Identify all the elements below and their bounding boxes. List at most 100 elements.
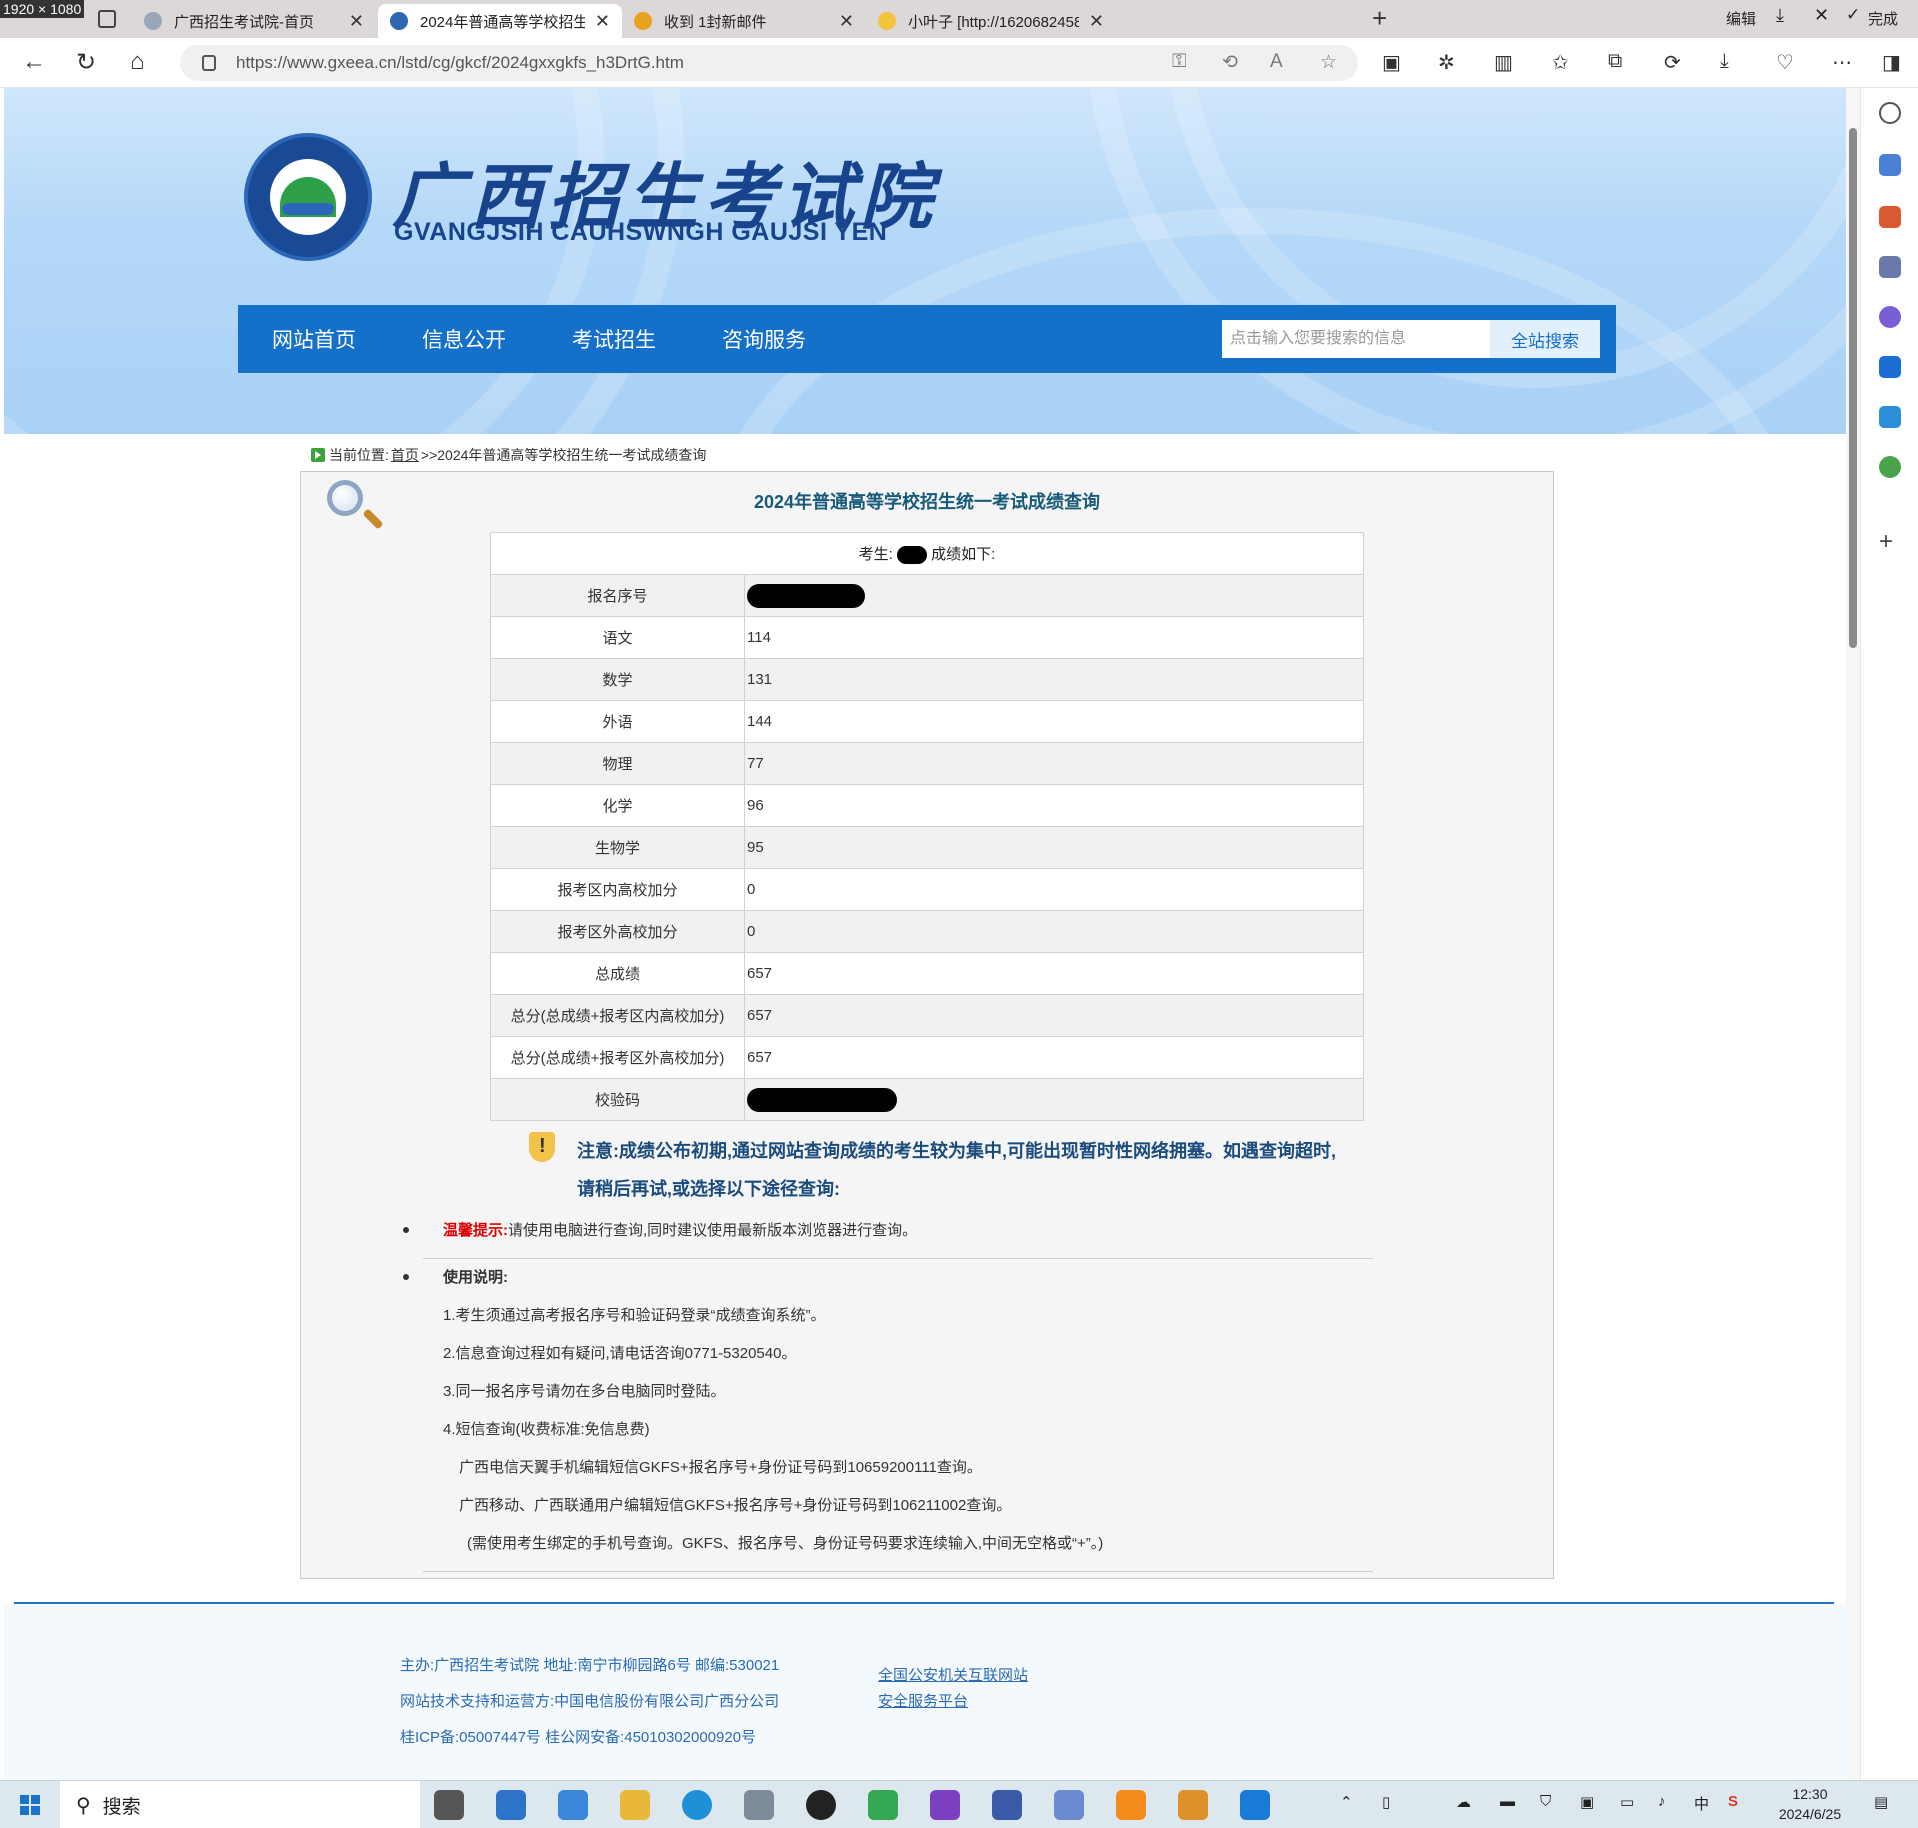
- download-icon[interactable]: ⤓: [1776, 5, 1784, 26]
- close-icon[interactable]: ✕: [1814, 5, 1829, 26]
- usage-line: 4.短信查询(收费标准:免信息费): [443, 1421, 650, 1438]
- taskbar-app-icon[interactable]: [744, 1790, 774, 1820]
- sidebar-send-icon[interactable]: [1879, 406, 1901, 428]
- favorite-star-icon[interactable]: ☆: [1320, 51, 1337, 74]
- sidebar-add-icon[interactable]: +: [1879, 528, 1893, 556]
- collections-icon[interactable]: ⧉: [1608, 50, 1622, 73]
- table-row: 报考区内高校加分 0: [490, 868, 1364, 911]
- close-tab-icon[interactable]: ✕: [1089, 11, 1104, 32]
- sidebar-tree-icon[interactable]: [1879, 456, 1901, 478]
- notification-icon[interactable]: ▤: [1874, 1793, 1888, 1811]
- visual-studio-icon[interactable]: [930, 1790, 960, 1820]
- taskbar-app-icon[interactable]: [1240, 1790, 1270, 1820]
- site-search-button[interactable]: 全站搜索: [1490, 320, 1600, 358]
- usage-line: 1.考生须通过高考报名序号和验证码登录“成绩查询系统”。: [443, 1307, 826, 1324]
- tab-mail[interactable]: 收到 1封新邮件 ✕: [622, 4, 866, 38]
- tray-sogou-icon[interactable]: S: [1728, 1793, 1738, 1810]
- sidebar-games-icon[interactable]: [1879, 256, 1901, 278]
- sidebar-copilot-icon[interactable]: [1879, 306, 1901, 328]
- file-explorer-icon[interactable]: [620, 1790, 650, 1820]
- footer-police-link-1[interactable]: 全国公安机关互联网站: [878, 1664, 1028, 1685]
- page-scrollbar[interactable]: [1846, 88, 1860, 1780]
- tray-chevron-icon[interactable]: ⌃: [1340, 1793, 1353, 1811]
- qq-icon[interactable]: [806, 1790, 836, 1820]
- row-label: 外语: [490, 700, 745, 743]
- tray-battery-icon[interactable]: ▬: [1500, 1793, 1515, 1810]
- tab-gxeea-home[interactable]: 广西招生考试院-首页 ✕: [132, 4, 376, 38]
- sidebar-outlook-icon[interactable]: [1879, 356, 1901, 378]
- row-value: 657: [744, 1036, 1364, 1079]
- tray-app-icon[interactable]: ▣: [1580, 1793, 1594, 1811]
- nav-exam-enroll[interactable]: 考试招生: [572, 324, 656, 354]
- key-icon[interactable]: ⚿: [1172, 51, 1186, 73]
- nav-info-public[interactable]: 信息公开: [422, 324, 506, 354]
- row-label: 语文: [490, 616, 745, 659]
- main-nav: 网站首页 信息公开 考试招生 咨询服务 全站搜索: [238, 305, 1616, 373]
- extension-badge-icon[interactable]: ▣: [1382, 50, 1401, 75]
- back-arrow-icon[interactable]: ←: [22, 48, 46, 76]
- store-icon[interactable]: [496, 1790, 526, 1820]
- music-icon[interactable]: [868, 1790, 898, 1820]
- taskbar-app-icon[interactable]: [1054, 1790, 1084, 1820]
- taskbar-search[interactable]: ⚲ 搜索: [60, 1781, 420, 1828]
- read-aloud-icon[interactable]: A: [1270, 51, 1283, 73]
- taskbar-app-icon[interactable]: [1116, 1790, 1146, 1820]
- edit-button[interactable]: 编辑: [1726, 8, 1756, 29]
- more-menu-icon[interactable]: ⋯: [1832, 50, 1852, 75]
- site-search-input[interactable]: [1222, 320, 1490, 358]
- tab-score-query[interactable]: 2024年普通高等学校招生统一考试 ✕: [378, 4, 622, 38]
- redacted-name: [897, 546, 927, 565]
- table-row: 考生: 成绩如下:: [490, 532, 1364, 575]
- tray-network-icon[interactable]: ▭: [1620, 1793, 1634, 1811]
- close-tab-icon[interactable]: ✕: [595, 11, 610, 32]
- sidebar-tag-icon[interactable]: [1879, 154, 1901, 176]
- taskbar-app-icon[interactable]: [1178, 1790, 1208, 1820]
- new-tab-icon[interactable]: +: [1372, 3, 1387, 34]
- tab-qzone[interactable]: 小叶子 [http://1620682458.qzone ✕: [866, 4, 1116, 38]
- mail-icon[interactable]: [558, 1790, 588, 1820]
- edge-icon[interactable]: [682, 1790, 712, 1820]
- footer-police-link-2[interactable]: 安全服务平台: [878, 1690, 968, 1711]
- favorites-icon[interactable]: ✩: [1552, 50, 1569, 75]
- site-logo: [244, 133, 372, 261]
- nav-home[interactable]: 网站首页: [272, 324, 356, 354]
- row-label: 数学: [490, 658, 745, 701]
- sidebar-toolbox-icon[interactable]: [1879, 206, 1901, 228]
- table-row: 总成绩 657: [490, 952, 1364, 995]
- remote-desktop-icon[interactable]: [992, 1790, 1022, 1820]
- tray-ime[interactable]: 中: [1694, 1793, 1709, 1814]
- performance-icon[interactable]: ♡: [1776, 50, 1794, 75]
- history-icon[interactable]: ⟳: [1664, 50, 1681, 75]
- translate-icon[interactable]: ⟲: [1222, 51, 1238, 74]
- nav-consult-service[interactable]: 咨询服务: [722, 324, 806, 354]
- close-tab-icon[interactable]: ✕: [349, 11, 364, 32]
- sidebar-toggle-icon[interactable]: ◨: [1882, 50, 1901, 75]
- tray-usb-icon[interactable]: ▯: [1382, 1793, 1390, 1811]
- candidate-header: 考生: 成绩如下:: [490, 532, 1364, 575]
- close-tab-icon[interactable]: ✕: [839, 11, 854, 32]
- tab-favicon-icon: [634, 12, 652, 30]
- sidebar-search-icon[interactable]: [1879, 102, 1901, 124]
- tray-shield-icon[interactable]: ⛉: [1540, 1793, 1551, 1810]
- row-label: 总分(总成绩+报考区内高校加分): [490, 994, 745, 1037]
- row-value: 96: [744, 784, 1364, 827]
- usage-line: 广西移动、广西联通用户编辑短信GKFS+报名序号+身份证号码到106211002…: [459, 1497, 1012, 1514]
- tray-volume-icon[interactable]: ♪: [1658, 1793, 1666, 1810]
- split-screen-icon[interactable]: ▥: [1494, 50, 1513, 75]
- url-text: https://www.gxeea.cn/lstd/cg/gkcf/2024gx…: [236, 53, 684, 72]
- footer-host: 主办:广西招生考试院 地址:南宁市柳园路6号 邮编:530021: [400, 1657, 780, 1674]
- tab-actions-icon[interactable]: [98, 10, 116, 28]
- downloads-icon[interactable]: ⤓: [1720, 50, 1729, 73]
- breadcrumb-home-link[interactable]: 首页: [391, 445, 419, 465]
- task-view-icon[interactable]: [434, 1790, 464, 1820]
- done-button[interactable]: 完成: [1868, 8, 1898, 29]
- url-field[interactable]: https://www.gxeea.cn/lstd/cg/gkcf/2024gx…: [180, 45, 1358, 81]
- windows-start-icon[interactable]: [20, 1795, 40, 1815]
- extensions-puzzle-icon[interactable]: ✲: [1438, 50, 1455, 75]
- taskbar-clock[interactable]: 12:30 2024/6/25: [1770, 1784, 1850, 1824]
- refresh-icon[interactable]: ↻: [76, 48, 96, 77]
- tray-cloud-icon[interactable]: ☁: [1456, 1793, 1471, 1811]
- row-value: 0: [744, 868, 1364, 911]
- home-icon[interactable]: ⌂: [130, 48, 145, 76]
- tab-favicon-icon: [878, 12, 896, 30]
